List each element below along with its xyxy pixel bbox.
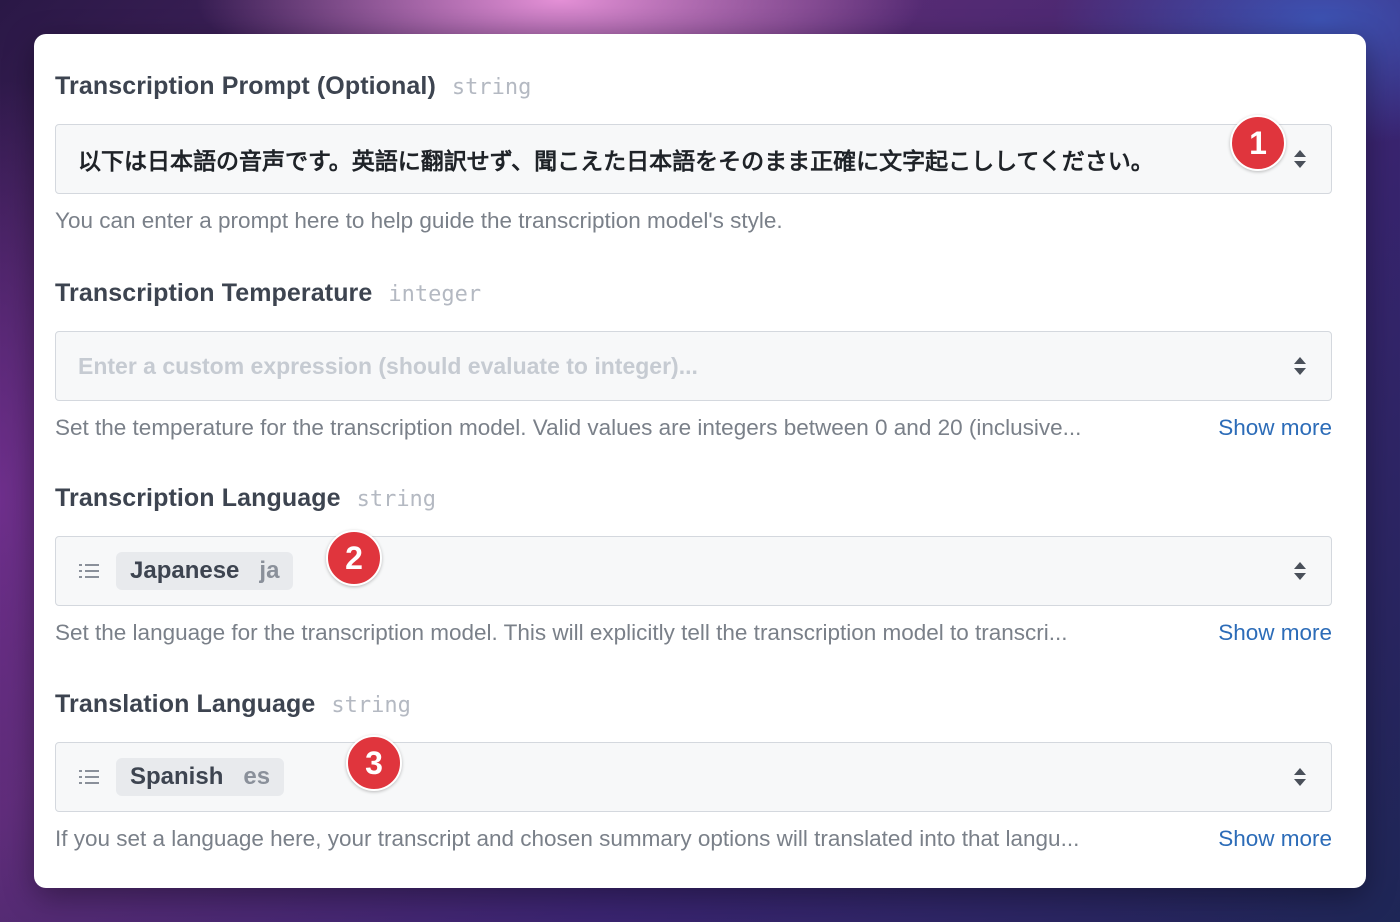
show-more-link[interactable]: Show more: [1218, 826, 1332, 852]
field-type: string: [356, 487, 437, 512]
help-text: If you set a language here, your transcr…: [55, 826, 1080, 851]
up-down-chevron-icon[interactable]: [1291, 765, 1309, 789]
field-header: Translation Language string: [55, 690, 1332, 722]
prompt-value: 以下は日本語の音声です。英語に翻訳せず、聞こえた日本語をそのまま正確に文字起こし…: [78, 148, 1154, 174]
transcription-prompt-input[interactable]: 以下は日本語の音声です。英語に翻訳せず、聞こえた日本語をそのまま正確に文字起こし…: [55, 124, 1332, 194]
temperature-placeholder: Enter a custom expression (should evalua…: [78, 352, 698, 379]
field-help: If you set a language here, your transcr…: [55, 826, 1332, 852]
selected-language-chip[interactable]: Spanish es: [116, 758, 285, 796]
field-type: string: [451, 75, 532, 100]
field-label: Transcription Prompt (Optional): [55, 72, 436, 100]
field-label: Transcription Temperature: [55, 279, 373, 307]
field-help: Set the temperature for the transcriptio…: [55, 415, 1332, 441]
field-label: Translation Language: [55, 690, 316, 718]
help-text: Set the language for the transcription m…: [55, 620, 1068, 645]
field-help: You can enter a prompt here to help guid…: [55, 208, 1332, 234]
translation-language-select[interactable]: Spanish es: [55, 742, 1332, 812]
field-header: Transcription Temperature integer: [55, 279, 1332, 311]
field-type: string: [331, 693, 411, 718]
up-down-chevron-icon[interactable]: [1291, 147, 1309, 171]
annotation-badge: 2: [326, 530, 382, 586]
settings-card: Transcription Prompt (Optional) string 以…: [34, 34, 1366, 888]
field-header: Transcription Prompt (Optional) string: [55, 72, 1332, 104]
help-text: Set the temperature for the transcriptio…: [55, 415, 1082, 440]
annotation-badge: 3: [346, 735, 402, 791]
up-down-chevron-icon[interactable]: [1291, 354, 1309, 378]
transcription-language-select[interactable]: Japanese ja: [55, 536, 1332, 606]
field-transcription-temperature: Transcription Temperature integer Enter …: [55, 279, 1332, 441]
show-more-link[interactable]: Show more: [1218, 620, 1332, 646]
field-type: integer: [388, 282, 482, 307]
language-name: Japanese: [130, 557, 240, 584]
list-icon: [79, 770, 99, 784]
field-header: Transcription Language string: [55, 484, 1332, 516]
field-label: Transcription Language: [55, 484, 341, 512]
annotation-badge: 1: [1230, 115, 1286, 171]
selected-language-chip[interactable]: Japanese ja: [116, 552, 294, 590]
field-translation-language: Translation Language string Spanish es I…: [55, 690, 1332, 852]
field-transcription-language: Transcription Language string Japanese j…: [55, 484, 1332, 646]
language-code: es: [243, 763, 271, 790]
language-name: Spanish: [130, 763, 224, 790]
field-transcription-prompt: Transcription Prompt (Optional) string 以…: [55, 72, 1332, 234]
up-down-chevron-icon[interactable]: [1291, 559, 1309, 583]
help-text: You can enter a prompt here to help guid…: [55, 208, 783, 233]
language-code: ja: [259, 557, 280, 584]
show-more-link[interactable]: Show more: [1218, 415, 1332, 441]
field-help: Set the language for the transcription m…: [55, 620, 1332, 646]
list-icon: [79, 564, 99, 578]
transcription-temperature-input[interactable]: Enter a custom expression (should evalua…: [55, 331, 1332, 401]
